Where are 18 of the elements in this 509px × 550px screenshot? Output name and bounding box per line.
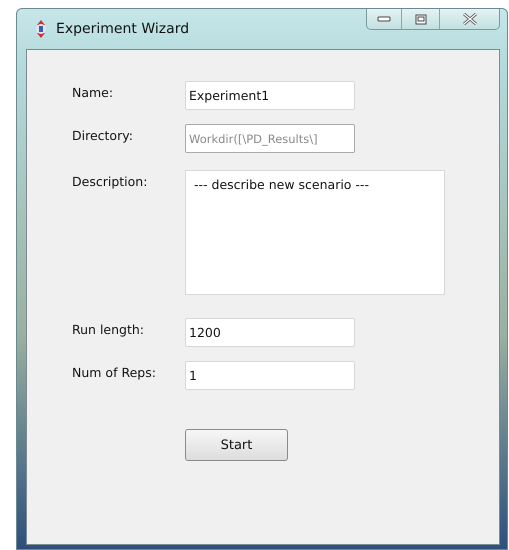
app-icon: [34, 20, 48, 38]
field-label: Num of Reps:: [72, 364, 157, 380]
close-icon: [462, 13, 478, 25]
minimize-icon: [377, 15, 391, 23]
window-title: Experiment Wizard: [56, 21, 190, 37]
field-label: Directory:: [72, 127, 134, 143]
minimize-button[interactable]: [367, 9, 401, 29]
field-label: Name:: [72, 84, 114, 100]
description-field[interactable]: --- describe new scenario ---: [185, 170, 445, 295]
input-field[interactable]: 1200: [185, 318, 355, 347]
field-label: Description:: [72, 173, 148, 189]
input-field[interactable]: 1: [185, 361, 355, 390]
maximize-icon: [414, 14, 426, 24]
field-label: Run length:: [72, 321, 145, 337]
input-field[interactable]: Experiment1: [185, 81, 355, 110]
close-button[interactable]: [439, 9, 499, 29]
start-button[interactable]: Start: [185, 429, 288, 461]
maximize-button[interactable]: [401, 9, 439, 29]
